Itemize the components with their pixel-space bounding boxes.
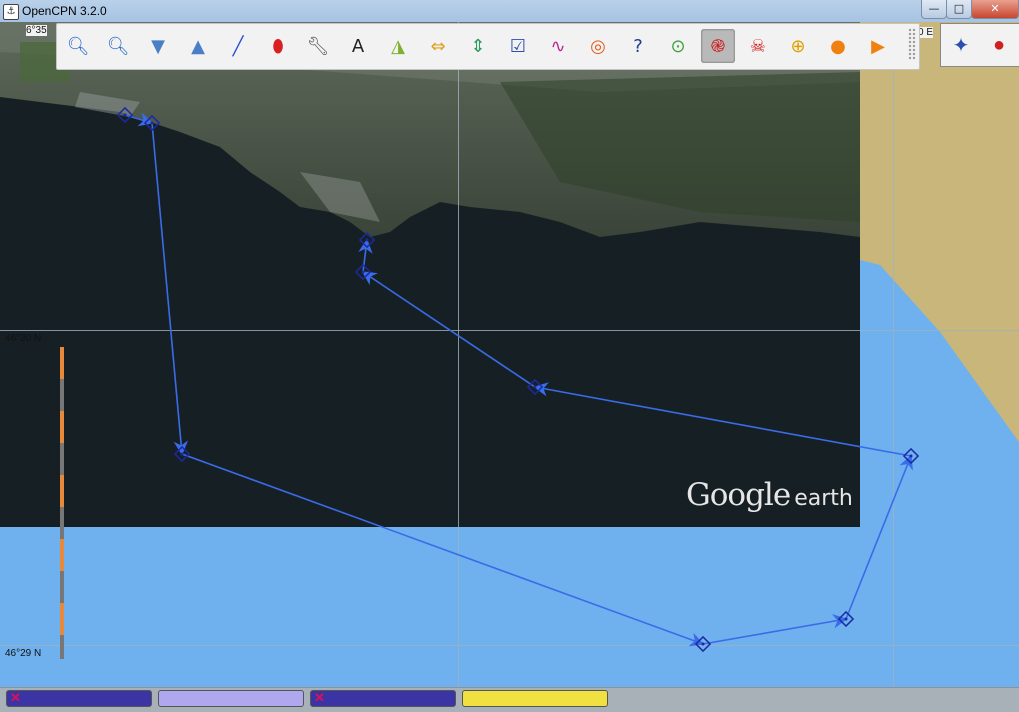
route-leg[interactable] xyxy=(845,454,913,620)
track-tool[interactable]: ∿ xyxy=(541,29,575,63)
status-x-icon: ✕ xyxy=(314,690,325,705)
lon-label-right: 0 E xyxy=(918,27,934,38)
waypoint-center xyxy=(909,454,913,458)
route-leg[interactable] xyxy=(181,453,705,647)
status-x-icon: ✕ xyxy=(10,690,21,705)
current-tool[interactable]: ◮ xyxy=(381,29,415,63)
weather-tool[interactable]: ☠ xyxy=(741,29,775,63)
waypoint-center xyxy=(844,617,848,621)
tide-tool[interactable]: ⇔ xyxy=(421,29,455,63)
help-tool[interactable]: ? xyxy=(621,29,655,63)
play-tool[interactable]: ▶ xyxy=(861,29,895,63)
status-pane-1: ✕ xyxy=(6,690,152,707)
waypoint-center xyxy=(180,452,184,456)
main-toolbar: 🔍︎ 🔍︎ ▼ ▲ ╱ ⬮ 🔧︎ A ◮ ⇔ ⇕ ☑ ∿ ◎? ⊙ ֎ ☠ ⊕ ● ▶ xyxy=(56,23,920,70)
mob-tool[interactable]: ◎ xyxy=(581,29,615,63)
scale-up-tool[interactable]: ▲ xyxy=(181,29,215,63)
tide-level-tool[interactable]: ⇕ xyxy=(461,29,495,63)
lon-label-left: 6°35 xyxy=(26,25,47,36)
waypoint-center xyxy=(701,642,705,646)
waypoint-center xyxy=(365,238,369,242)
zoom-in-tool[interactable]: 🔍︎ xyxy=(61,29,95,63)
route-leg[interactable] xyxy=(702,614,848,645)
create-route-tool[interactable]: ╱ xyxy=(221,29,255,63)
minimize-button[interactable]: — xyxy=(921,0,947,19)
waypoint-center xyxy=(150,121,154,125)
lifebuoy-tool[interactable]: ⊕ xyxy=(781,29,815,63)
status-pane-2 xyxy=(158,690,304,707)
status-toolbar: ✦ ● xyxy=(940,23,1019,67)
opencpn-app-icon[interactable]: ⚓ xyxy=(3,4,19,20)
compass-tool[interactable]: ✦ xyxy=(943,27,979,63)
chart-canvas[interactable]: Google earth 46°30 N 46°29 N xyxy=(0,22,1019,687)
route-leg[interactable] xyxy=(361,271,536,388)
text-tool[interactable]: A xyxy=(341,29,375,63)
scale-down-tool[interactable]: ▼ xyxy=(141,29,175,63)
window-title: OpenCPN 3.2.0 xyxy=(22,4,107,18)
auto-follow-tool[interactable]: ⬮ xyxy=(261,29,295,63)
route-manager-tool[interactable]: ☑ xyxy=(501,29,535,63)
zoom-out-tool[interactable]: 🔍︎ xyxy=(101,29,135,63)
waypoint-center xyxy=(361,270,365,274)
title-bar: ⚓ OpenCPN 3.2.0 — □ ✕ xyxy=(0,0,1019,22)
ais-tool[interactable]: ⊙ xyxy=(661,29,695,63)
spiral-tool[interactable]: ֎ xyxy=(701,29,735,63)
waypoint-center xyxy=(123,113,127,117)
status-bar: ✕ ✕ xyxy=(0,687,1019,712)
route-layer[interactable] xyxy=(0,22,1019,687)
toolbar-grip[interactable] xyxy=(908,28,916,60)
route-leg[interactable] xyxy=(151,122,189,456)
settings-tool[interactable]: 🔧︎ xyxy=(301,29,335,63)
close-button[interactable]: ✕ xyxy=(971,0,1019,19)
waypoint-center xyxy=(533,385,537,389)
status-pane-4 xyxy=(462,690,608,707)
record-tool[interactable]: ● xyxy=(821,29,855,63)
gps-status-tool[interactable]: ● xyxy=(981,27,1017,63)
maximize-button[interactable]: □ xyxy=(946,0,972,19)
status-pane-3: ✕ xyxy=(310,690,456,707)
route-leg[interactable] xyxy=(533,382,912,457)
